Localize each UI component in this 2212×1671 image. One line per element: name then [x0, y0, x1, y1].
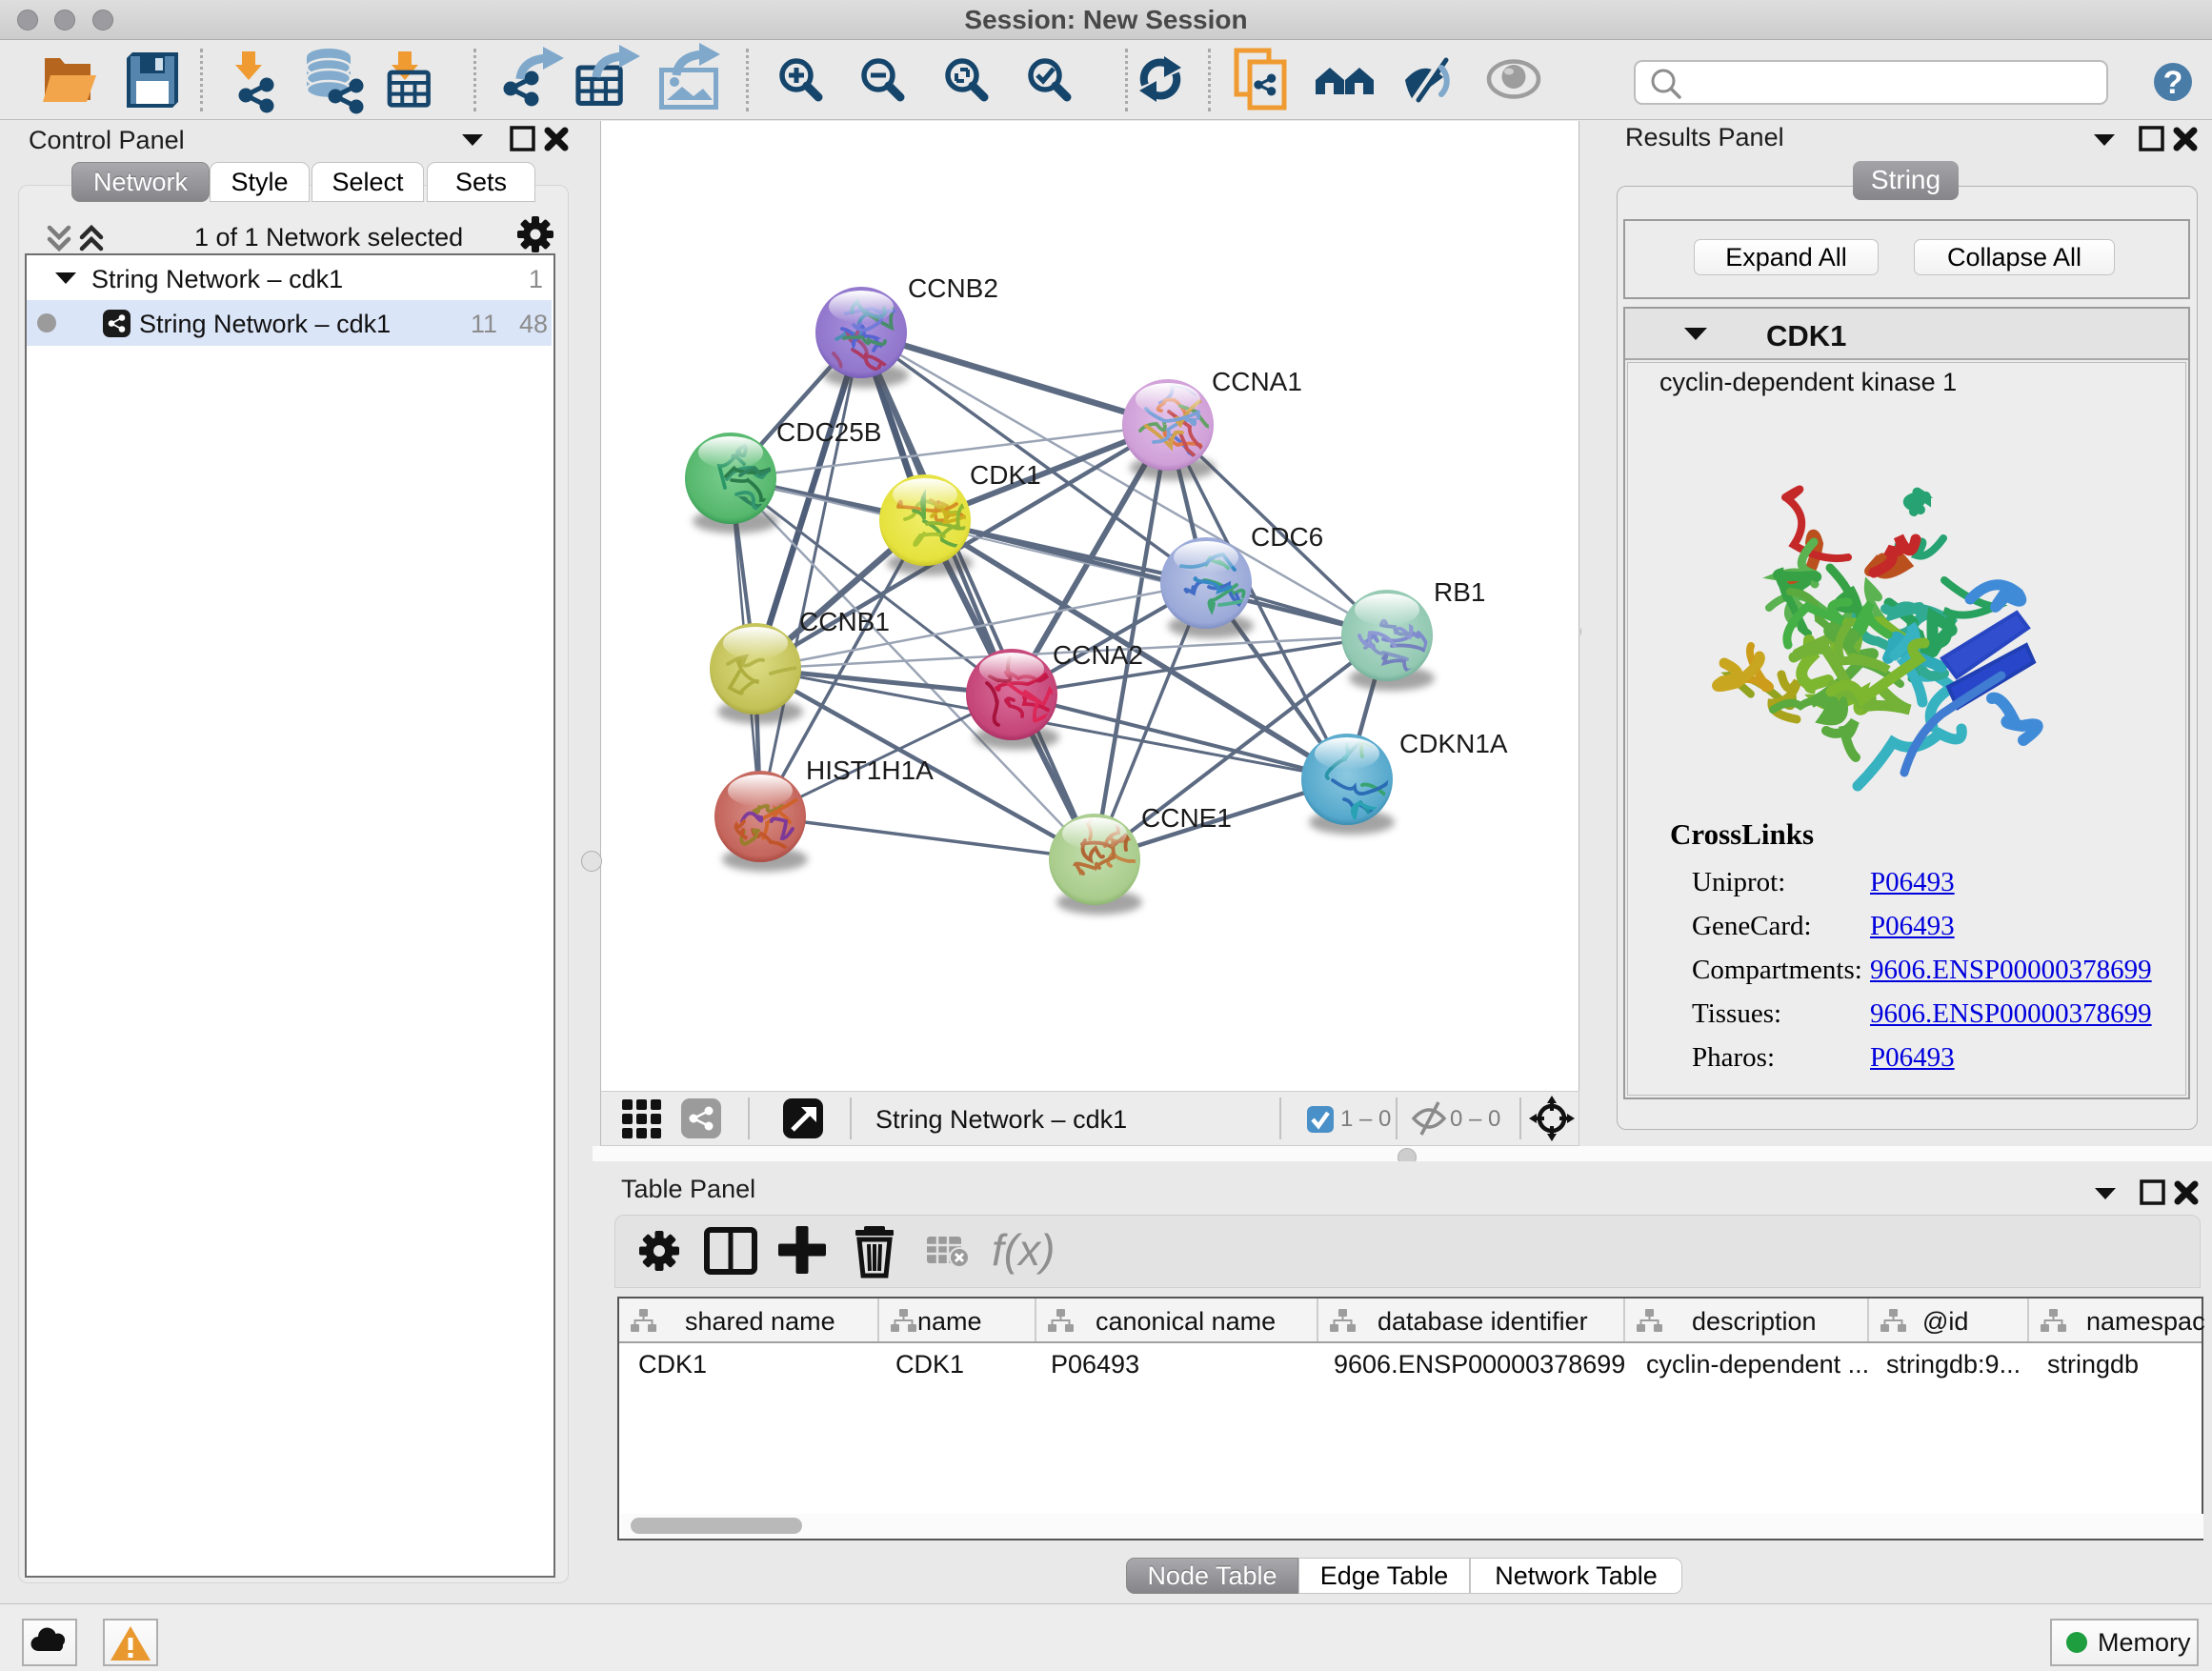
svg-text:0 – 0: 0 – 0: [1450, 1106, 1500, 1132]
svg-text:CDKN1A: CDKN1A: [1399, 729, 1508, 758]
svg-text:48: 48: [519, 310, 548, 338]
svg-text:CCNA2: CCNA2: [1053, 640, 1143, 670]
svg-text:String Network – cdk1: String Network – cdk1: [139, 310, 391, 338]
svg-text:String Network – cdk1: String Network – cdk1: [875, 1105, 1127, 1134]
svg-text:CCNA1: CCNA1: [1212, 367, 1302, 396]
svg-text:CCNB2: CCNB2: [908, 273, 998, 303]
svg-text:CDK1: CDK1: [970, 460, 1041, 490]
svg-text:CDC6: CDC6: [1251, 522, 1323, 552]
svg-text:?: ?: [2163, 65, 2183, 101]
svg-text:Memory: Memory: [2098, 1628, 2191, 1657]
svg-text:HIST1H1A: HIST1H1A: [806, 755, 934, 785]
svg-text:CDK1: CDK1: [1766, 319, 1846, 352]
svg-text:RB1: RB1: [1434, 577, 1485, 607]
svg-text:1 of 1 Network selected: 1 of 1 Network selected: [194, 223, 463, 252]
svg-text:1: 1: [529, 265, 543, 293]
svg-text:CCNE1: CCNE1: [1141, 803, 1232, 833]
svg-text:f(x): f(x): [992, 1225, 1055, 1275]
svg-text:CDC25B: CDC25B: [776, 417, 881, 447]
svg-text:11: 11: [471, 310, 497, 338]
svg-text:String Network – cdk1: String Network – cdk1: [91, 265, 343, 293]
svg-text:CCNB1: CCNB1: [799, 607, 890, 636]
svg-text:1 – 0: 1 – 0: [1340, 1106, 1391, 1132]
